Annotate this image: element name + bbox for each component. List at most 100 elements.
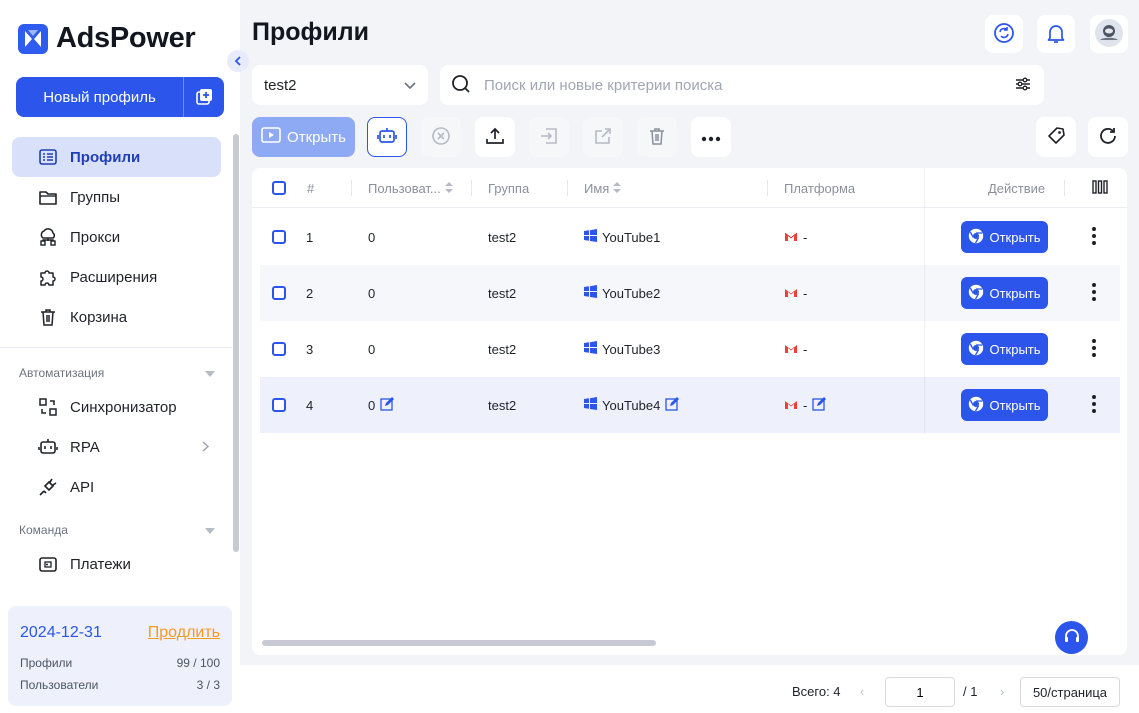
main-nav: Профили Группы Прокси Расширения Корзина bbox=[12, 137, 221, 337]
new-profile-button[interactable]: Новый профиль bbox=[16, 77, 224, 117]
notifications-button[interactable] bbox=[1037, 15, 1075, 53]
column-separator bbox=[471, 180, 472, 196]
row-name-label: YouTube2 bbox=[602, 285, 661, 301]
sync-update-button[interactable] bbox=[985, 15, 1023, 53]
row-user-label: 0 bbox=[368, 397, 376, 413]
row-checkbox[interactable] bbox=[272, 230, 286, 244]
chrome-icon bbox=[968, 228, 984, 247]
sidebar-item-synchronizer[interactable]: Синхронизатор bbox=[12, 387, 221, 427]
open-profile-button[interactable]: Открыть bbox=[961, 221, 1048, 253]
row-platform: - bbox=[784, 377, 827, 433]
sidebar-item-trash[interactable]: Корзина bbox=[12, 297, 221, 337]
row-name: YouTube3 bbox=[584, 321, 660, 377]
row-group: test2 bbox=[488, 285, 517, 301]
move-to-group-button[interactable] bbox=[529, 117, 569, 157]
collapse-sidebar-button[interactable] bbox=[227, 50, 249, 72]
open-profile-button[interactable]: Открыть bbox=[961, 389, 1048, 421]
row-checkbox[interactable] bbox=[272, 342, 286, 356]
profiles-icon bbox=[37, 146, 59, 168]
search-bar bbox=[440, 65, 1044, 105]
select-all-checkbox-cell[interactable] bbox=[272, 168, 286, 208]
chevron-right-icon bbox=[202, 439, 210, 456]
open-profile-button[interactable]: Открыть bbox=[961, 277, 1048, 309]
sidebar-item-groups[interactable]: Группы bbox=[12, 177, 221, 217]
tag-icon bbox=[1045, 125, 1067, 150]
search-icon bbox=[450, 73, 472, 98]
close-browser-button[interactable] bbox=[421, 117, 461, 157]
sidebar-item-api[interactable]: API bbox=[12, 467, 221, 507]
close-circle-icon bbox=[430, 125, 452, 150]
astronaut-avatar-icon bbox=[1094, 18, 1124, 51]
prev-page-icon[interactable]: ‹ bbox=[860, 684, 864, 699]
table-row[interactable]: 4 0 test2 YouTube4 - Открыть bbox=[260, 377, 1120, 433]
open-profile-label: Открыть bbox=[989, 341, 1041, 357]
table-row[interactable]: 3 0 test2 YouTube3 - Открыть bbox=[260, 321, 1120, 377]
column-header-name[interactable]: Имя bbox=[584, 168, 622, 208]
caret-down-icon bbox=[205, 523, 215, 537]
row-platform-label: - bbox=[803, 229, 808, 245]
edit-icon[interactable] bbox=[380, 396, 395, 414]
sidebar-item-extensions[interactable]: Расширения bbox=[12, 257, 221, 297]
page-size-select[interactable]: 50/страница bbox=[1020, 677, 1120, 707]
pagination-bar: Всего: 4 ‹ / 1 › 50/страница bbox=[240, 665, 1139, 713]
row-more-button[interactable] bbox=[1092, 265, 1096, 321]
row-platform-label: - bbox=[803, 285, 808, 301]
export-button[interactable] bbox=[475, 117, 515, 157]
extend-link[interactable]: Продлить bbox=[148, 624, 220, 642]
adspower-logo-icon bbox=[18, 23, 48, 54]
sidebar-item-profiles[interactable]: Профили bbox=[12, 137, 221, 177]
search-input[interactable] bbox=[484, 76, 1002, 94]
rpa-button[interactable] bbox=[367, 117, 407, 157]
column-settings-button[interactable] bbox=[1092, 168, 1108, 208]
select-all-checkbox[interactable] bbox=[272, 181, 286, 195]
share-button[interactable] bbox=[583, 117, 623, 157]
page-number-input[interactable] bbox=[885, 677, 955, 707]
row-user: 0 bbox=[368, 285, 376, 301]
delete-button[interactable] bbox=[637, 117, 677, 157]
row-checkbox[interactable] bbox=[272, 398, 286, 412]
tags-button[interactable] bbox=[1036, 117, 1076, 157]
row-platform: - bbox=[784, 209, 807, 265]
table-row[interactable]: 2 0 test2 YouTube2 - Открыть bbox=[260, 265, 1120, 321]
group-select[interactable]: test2 bbox=[252, 65, 428, 105]
open-profile-button[interactable]: Открыть bbox=[961, 333, 1048, 365]
trash-icon bbox=[37, 306, 59, 328]
refresh-button[interactable] bbox=[1088, 117, 1128, 157]
sidebar: AdsPower Новый профиль Профили Группы Пр… bbox=[0, 0, 240, 713]
sidebar-item-label: Расширения bbox=[70, 268, 158, 286]
row-checkbox[interactable] bbox=[272, 286, 286, 300]
support-button[interactable] bbox=[1055, 621, 1088, 654]
profiles-table: # Пользоват... Группа Имя Платформа Дейс… bbox=[252, 168, 1127, 655]
column-header-group: Группа bbox=[488, 180, 530, 196]
batch-add-icon[interactable] bbox=[184, 77, 224, 117]
table-horizontal-scrollbar[interactable] bbox=[262, 640, 656, 646]
share-icon bbox=[592, 125, 614, 150]
next-page-icon[interactable]: › bbox=[1000, 684, 1004, 699]
sort-icon bbox=[444, 181, 453, 196]
user-avatar[interactable] bbox=[1090, 15, 1128, 53]
row-more-button[interactable] bbox=[1092, 377, 1096, 433]
sidebar-item-payments[interactable]: Платежи bbox=[12, 544, 221, 584]
sidebar-scrollbar[interactable] bbox=[233, 134, 239, 552]
filter-settings-icon[interactable] bbox=[1014, 75, 1032, 96]
sidebar-item-rpa[interactable]: RPA bbox=[12, 427, 221, 467]
more-actions-button[interactable] bbox=[691, 117, 731, 157]
chrome-icon bbox=[968, 284, 984, 303]
app-logo[interactable]: AdsPower bbox=[18, 22, 196, 55]
row-more-button[interactable] bbox=[1092, 209, 1096, 265]
plan-profiles-label: Профили bbox=[20, 656, 73, 670]
open-selected-button[interactable]: Открыть bbox=[252, 117, 355, 157]
team-section-title: Команда bbox=[19, 523, 68, 537]
team-section-header[interactable]: Команда bbox=[19, 523, 215, 537]
sidebar-item-proxy[interactable]: Прокси bbox=[12, 217, 221, 257]
column-header-num: # bbox=[307, 180, 315, 196]
edit-icon[interactable] bbox=[812, 396, 827, 414]
column-header-user[interactable]: Пользоват... bbox=[368, 168, 453, 208]
row-num: 2 bbox=[306, 285, 314, 301]
edit-icon[interactable] bbox=[665, 396, 680, 414]
gmail-icon bbox=[784, 286, 798, 301]
row-more-button[interactable] bbox=[1092, 321, 1096, 377]
table-row[interactable]: 1 0 test2 YouTube1 - Открыть bbox=[260, 209, 1120, 265]
automation-section-header[interactable]: Автоматизация bbox=[19, 366, 215, 380]
chrome-icon bbox=[968, 340, 984, 359]
